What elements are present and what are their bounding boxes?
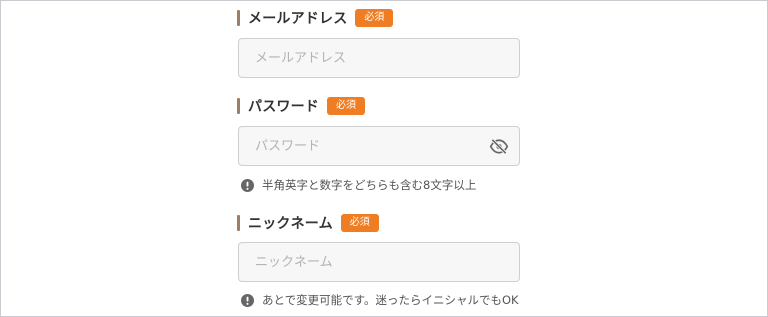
password-hint: 半角英字と数字をどちらも含む8文字以上	[241, 177, 476, 193]
email-label: メールアドレス	[248, 11, 348, 27]
form-frame: メールアドレス 必須 パスワード 必須	[0, 0, 768, 317]
nickname-label: ニックネーム	[248, 216, 333, 232]
required-badge: 必須	[327, 97, 365, 115]
label-accent-bar	[237, 10, 240, 26]
nickname-hint: あとで変更可能です。迷ったらイニシャルでもOK	[241, 292, 519, 308]
password-label-row: パスワード 必須	[237, 96, 365, 116]
password-hint-text: 半角英字と数字をどちらも含む8文字以上	[262, 178, 477, 192]
nickname-input[interactable]	[239, 243, 519, 281]
email-field[interactable]	[238, 38, 520, 78]
eye-slash-icon[interactable]	[489, 138, 509, 155]
password-field[interactable]	[238, 126, 520, 166]
email-label-row: メールアドレス 必須	[237, 8, 394, 28]
password-label: パスワード	[248, 99, 319, 115]
label-accent-bar	[237, 98, 240, 114]
exclamation-circle-icon	[241, 293, 254, 307]
exclamation-circle-icon	[241, 178, 254, 192]
password-input[interactable]	[239, 127, 519, 165]
required-badge: 必須	[355, 9, 394, 27]
nickname-hint-text: あとで変更可能です。迷ったらイニシャルでもOK	[262, 293, 519, 307]
label-accent-bar	[237, 215, 240, 231]
email-input[interactable]	[239, 39, 519, 77]
required-badge: 必須	[340, 214, 379, 232]
nickname-field[interactable]	[238, 242, 520, 282]
nickname-label-row: ニックネーム 必須	[237, 213, 379, 233]
